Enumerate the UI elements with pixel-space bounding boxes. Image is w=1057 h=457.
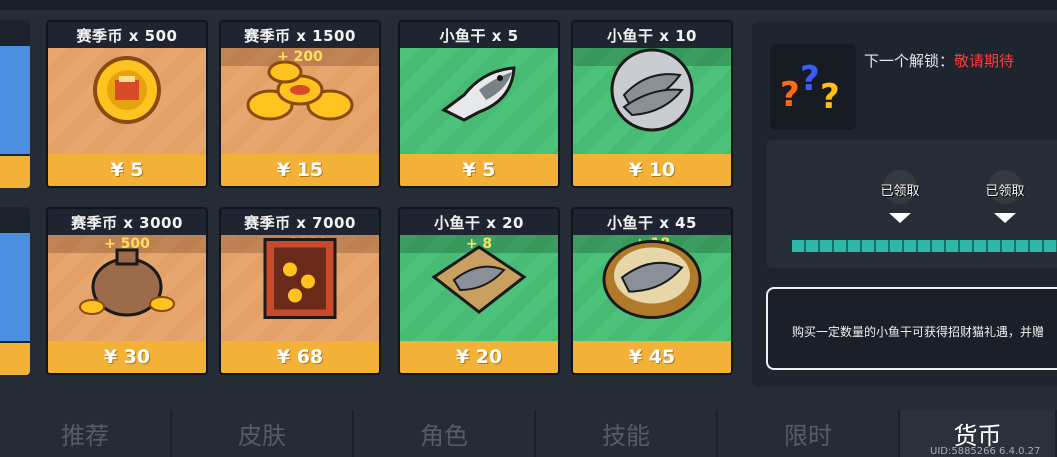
next-unlock-value: 敬请期待 bbox=[954, 52, 1015, 70]
fish-basket-icon bbox=[597, 230, 707, 329]
svg-text:?: ? bbox=[780, 75, 800, 115]
description-box: 购买一定数量的小鱼干可获得招财猫礼遇，并赠 bbox=[766, 287, 1057, 370]
clipped-card-bottom[interactable] bbox=[0, 207, 30, 375]
product-title: 小鱼干 x 5 bbox=[400, 22, 558, 48]
product-card[interactable]: 赛季币 x 7000 + 1000 ¥ 68 bbox=[219, 207, 381, 375]
tab-3[interactable]: 技能 bbox=[536, 410, 718, 457]
reward-claimed-label: 已领取 bbox=[880, 184, 920, 199]
svg-text:?: ? bbox=[820, 77, 840, 117]
reward-progress-bar bbox=[792, 240, 1057, 252]
clipped-card-top[interactable] bbox=[0, 20, 30, 188]
price-button[interactable]: ¥ 68 bbox=[221, 341, 379, 373]
price-button[interactable]: ¥ 30 bbox=[48, 341, 206, 373]
svg-text:?: ? bbox=[800, 59, 820, 99]
price-button[interactable]: ¥ 15 bbox=[221, 154, 379, 186]
coin-bag-icon bbox=[72, 232, 182, 326]
product-card[interactable]: 小鱼干 x 10 + 2 ¥ 10 bbox=[571, 20, 733, 188]
diamond-art bbox=[0, 233, 30, 341]
price-bar bbox=[0, 156, 30, 188]
fish-icon bbox=[434, 50, 524, 134]
price-button[interactable]: ¥ 45 bbox=[573, 341, 731, 373]
next-unlock-prefix: 下一个解锁： bbox=[864, 52, 955, 70]
reward-milestone-2[interactable]: 已领取 bbox=[975, 170, 1035, 223]
fish-tray-icon bbox=[424, 232, 534, 326]
uid-label: UID:5885266 6.4.0.27 bbox=[930, 446, 1041, 457]
product-title: 赛季币 x 1500 bbox=[221, 22, 379, 48]
reward-claimed-label: 已领取 bbox=[985, 184, 1025, 199]
tab-2[interactable]: 角色 bbox=[354, 410, 536, 457]
product-card[interactable]: 小鱼干 x 20 + 8 ¥ 20 bbox=[398, 207, 560, 375]
coin-safe-icon bbox=[250, 230, 350, 329]
diamond-art bbox=[0, 46, 30, 154]
marker-arrow-icon bbox=[889, 213, 911, 223]
reward-milestone-1[interactable]: 已领取 bbox=[870, 170, 930, 223]
fish-plate-icon bbox=[602, 45, 702, 139]
marker-arrow-icon bbox=[994, 213, 1016, 223]
tab-4[interactable]: 限时 bbox=[718, 410, 900, 457]
top-bar bbox=[0, 0, 1057, 10]
price-button[interactable]: ¥ 10 bbox=[573, 154, 731, 186]
price-button[interactable]: ¥ 5 bbox=[400, 154, 558, 186]
coin-pile-icon bbox=[240, 50, 360, 134]
tab-0[interactable]: 推荐 bbox=[0, 410, 172, 457]
product-card[interactable]: 小鱼干 x 45 + 18 ¥ 45 bbox=[571, 207, 733, 375]
next-unlock-label: 下一个解锁：敬请期待 bbox=[864, 50, 1014, 71]
price-button[interactable]: ¥ 20 bbox=[400, 341, 558, 373]
price-bar bbox=[0, 343, 30, 375]
coin-icon bbox=[87, 50, 167, 134]
price-button[interactable]: ¥ 5 bbox=[48, 154, 206, 186]
product-card[interactable]: 赛季币 x 500 ¥ 5 bbox=[46, 20, 208, 188]
product-card[interactable]: 赛季币 x 1500 + 200 ¥ 15 bbox=[219, 20, 381, 188]
tab-1[interactable]: 皮肤 bbox=[172, 410, 354, 457]
product-card[interactable]: 赛季币 x 3000 + 500 ¥ 30 bbox=[46, 207, 208, 375]
product-card[interactable]: 小鱼干 x 5 ¥ 5 bbox=[398, 20, 560, 188]
product-title: 赛季币 x 500 bbox=[48, 22, 206, 48]
description-text: 购买一定数量的小鱼干可获得招财猫礼遇，并赠 bbox=[792, 325, 1045, 339]
mystery-icon: ? ? ? bbox=[770, 44, 856, 130]
